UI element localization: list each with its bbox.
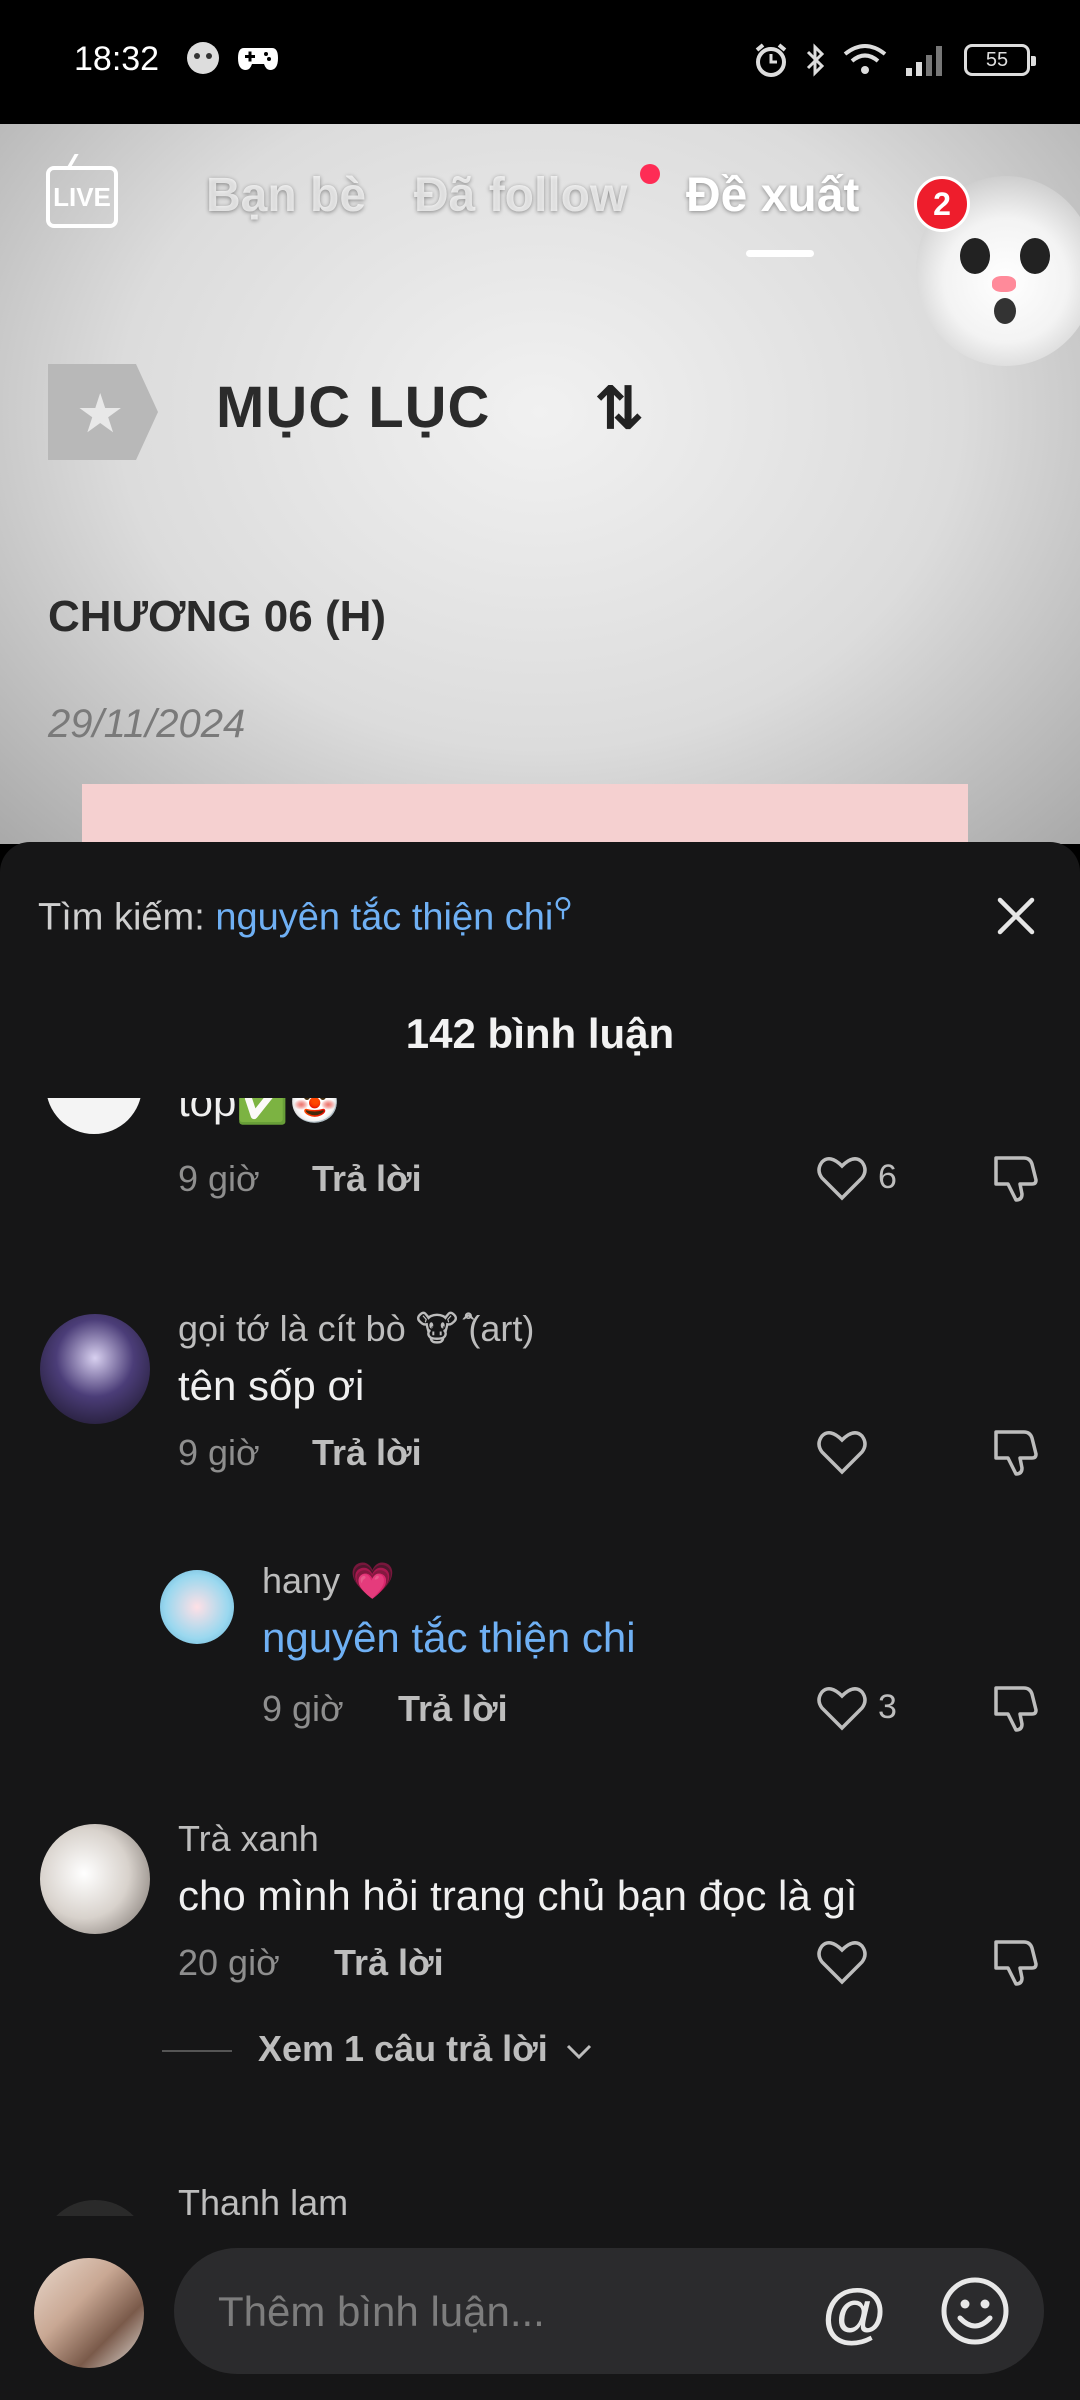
avatar[interactable] [160,1570,234,1644]
dislike-icon[interactable] [990,1936,1042,1988]
comment-list[interactable]: tóp✅🤡 9 giờ Trả lời 6 gọi tớ là cít bò 🐮… [0,1098,1080,2248]
live-button[interactable]: LIVE [46,166,118,228]
heart-icon[interactable] [816,1154,868,1202]
close-icon[interactable] [992,892,1040,940]
comment-input-bar: Thêm bình luận... @ [0,2216,1080,2400]
mention-at-button[interactable]: @ [822,2274,886,2350]
tab-for-you[interactable]: Đề xuất [686,168,859,223]
search-query-link[interactable]: nguyên tắc thiện chi [215,897,553,939]
following-dot-indicator [640,164,660,184]
comment-time: 9 giờ [178,1432,260,1473]
tab-friends[interactable]: Bạn bè [206,168,366,223]
signal-icon [906,46,942,76]
search-suggestion[interactable]: Tìm kiếm: nguyên tắc thiện chi⚲ [38,892,572,940]
comment-input[interactable]: Thêm bình luận... @ [174,2248,1044,2374]
notification-badge: 2 [914,176,970,232]
comment-username[interactable]: hany 💗 [262,1560,395,1602]
comment-text: tên sốp ơi [178,1362,365,1409]
active-tab-underline [746,250,814,257]
dislike-icon[interactable] [990,1682,1042,1734]
battery-indicator: 55 [964,44,1036,76]
cat-notification-icon [187,42,219,74]
comment-time: 9 giờ [262,1688,344,1729]
emoji-icon[interactable] [938,2274,1012,2348]
comment-username[interactable]: gọi tớ là cít bò 🐮 ̊̂(art) [178,1308,534,1350]
avatar[interactable] [40,1314,150,1424]
sort-arrows-icon: ⇅ [594,375,645,442]
chevron-down-icon [566,2045,591,2060]
reply-button[interactable]: Trả lời [312,1158,422,1200]
avatar[interactable] [40,1824,150,1934]
avatar[interactable] [46,1098,142,1134]
search-label: Tìm kiếm: [38,896,205,939]
wifi-icon [843,44,887,74]
comment-text: tóp✅🤡 [178,1098,341,1125]
reply-button[interactable]: Trả lời [334,1942,444,1984]
comment-text: cho mình hỏi trang chủ bạn đọc là gì [178,1872,858,1919]
status-time: 18:32 [74,40,160,78]
status-right: 55 [754,42,1036,78]
status-bar: 18:32 55 [0,0,1080,124]
comment-time: 9 giờ [178,1158,260,1199]
divider [162,2050,232,2052]
video-pink-block [82,784,968,844]
comments-sheet: Tìm kiếm: nguyên tắc thiện chi⚲ 142 bình… [0,842,1080,2400]
comment-search-link[interactable]: nguyên tắc thiện chi [262,1614,636,1662]
like-count: 3 [878,1688,897,1726]
comment-time: 20 giờ [178,1942,280,1983]
reply-button[interactable]: Trả lời [312,1432,422,1474]
gamepad-icon [238,48,278,70]
bluetooth-icon [806,43,825,77]
current-user-avatar[interactable] [34,2258,144,2368]
comment-input-placeholder: Thêm bình luận... [218,2288,545,2335]
video-date: 29/11/2024 [48,702,246,746]
view-replies-button[interactable]: Xem 1 câu trả lời [258,2028,594,2070]
video-toc-title: MỤC LỤC [216,375,491,440]
heart-icon[interactable] [816,1428,868,1476]
view-replies-label: Xem 1 câu trả lời [258,2028,548,2069]
heart-icon[interactable] [816,1938,868,1986]
alarm-icon [755,43,787,77]
dislike-icon[interactable] [990,1152,1042,1204]
comment-username[interactable]: Trà xanh [178,1818,319,1860]
like-count: 6 [878,1158,897,1196]
star-tag-icon: ★ [48,364,158,460]
heart-icon[interactable] [816,1684,868,1732]
comment-count: 142 bình luận [405,1010,675,1057]
dislike-icon[interactable] [990,1426,1042,1478]
search-icon: ⚲ [553,892,573,922]
tab-following[interactable]: Đã follow [414,168,627,223]
reply-button[interactable]: Trả lời [398,1688,508,1730]
video-chapter-title: CHƯƠNG 06 (H) [48,592,387,641]
